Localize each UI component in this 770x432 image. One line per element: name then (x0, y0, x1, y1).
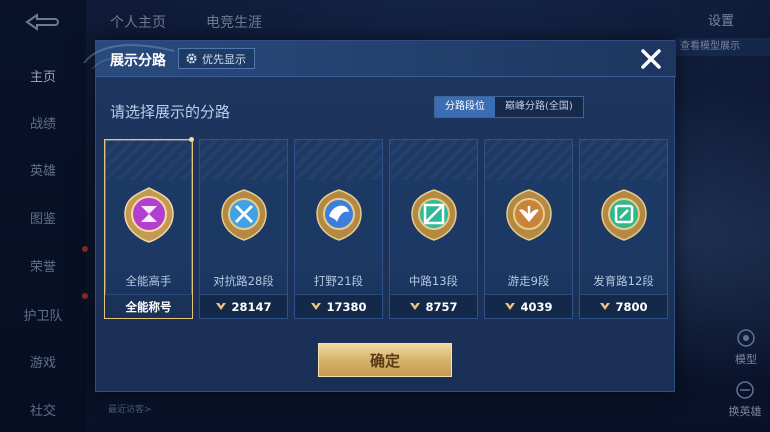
confirm-button[interactable]: 确定 (318, 343, 452, 377)
lane-label: 发育路12段 (593, 274, 654, 288)
points-icon (311, 303, 322, 310)
lane-value: 8757 (425, 299, 458, 314)
segment-control: 分路段位 巅峰分路(全国) (434, 96, 584, 118)
segment-lane-rank[interactable]: 分路段位 (435, 97, 495, 117)
lane-card-list: 全能高手 全能称号 对抗路28段 28147 打野21段 17380 中路13段… (104, 137, 668, 321)
gear-icon (186, 53, 197, 64)
dialog-title: 展示分路 (110, 53, 166, 69)
close-button[interactable] (636, 44, 666, 74)
roam-badge-icon (506, 189, 552, 241)
lane-value: 17380 (326, 299, 367, 314)
lane-value: 全能称号 (125, 299, 172, 314)
lane-value: 4039 (520, 299, 553, 314)
priority-display-label: 优先显示 (202, 52, 246, 66)
points-icon (216, 303, 227, 310)
lane-value-row: 4039 (485, 294, 572, 318)
lane-value-row: 8757 (390, 294, 477, 318)
mid-lane-badge-icon (411, 189, 457, 241)
dialog-subtitle: 请选择展示的分路 (110, 103, 231, 121)
farm-lane-badge-icon (601, 189, 647, 241)
lane-label: 对抗路28段 (213, 274, 274, 288)
lane-value: 7800 (615, 299, 648, 314)
jungle-badge-icon (316, 189, 362, 241)
segment-peak-lane[interactable]: 巅峰分路(全国) (495, 97, 583, 117)
points-icon (410, 303, 421, 310)
lane-label: 全能高手 (125, 274, 172, 288)
card-pattern (580, 140, 667, 180)
priority-display-button[interactable]: 优先显示 (178, 48, 255, 69)
lane-card-clash[interactable]: 对抗路28段 28147 (199, 139, 288, 319)
selected-indicator (189, 137, 194, 142)
clash-lane-badge-icon (221, 189, 267, 241)
points-icon (600, 303, 611, 310)
card-pattern (295, 140, 382, 180)
card-pattern (485, 140, 572, 180)
close-icon (641, 49, 661, 69)
lane-card-roam[interactable]: 游走9段 4039 (484, 139, 573, 319)
dialog-header: 展示分路 优先显示 (83, 41, 676, 77)
card-pattern (390, 140, 477, 180)
card-pattern (105, 140, 192, 180)
lane-display-dialog: 展示分路 优先显示 请选择展示的分路 分路段位 巅峰分路(全国) 全能高手 全能… (83, 40, 676, 392)
allround-badge-icon (124, 187, 174, 243)
lane-value-row: 全能称号 (105, 294, 192, 318)
lane-card-allround[interactable]: 全能高手 全能称号 (104, 137, 194, 319)
lane-value: 28147 (231, 299, 272, 314)
lane-value-row: 28147 (200, 294, 287, 318)
lane-label: 打野21段 (313, 274, 364, 288)
lane-value-row: 7800 (580, 294, 667, 318)
lane-card-mid[interactable]: 中路13段 8757 (389, 139, 478, 319)
lane-label: 游走9段 (507, 274, 550, 288)
lane-label: 中路13段 (408, 274, 459, 288)
lane-card-jungle[interactable]: 打野21段 17380 (294, 139, 383, 319)
lane-card-farm[interactable]: 发育路12段 7800 (579, 139, 668, 319)
card-pattern (200, 140, 287, 180)
lane-value-row: 17380 (295, 294, 382, 318)
points-icon (505, 303, 516, 310)
